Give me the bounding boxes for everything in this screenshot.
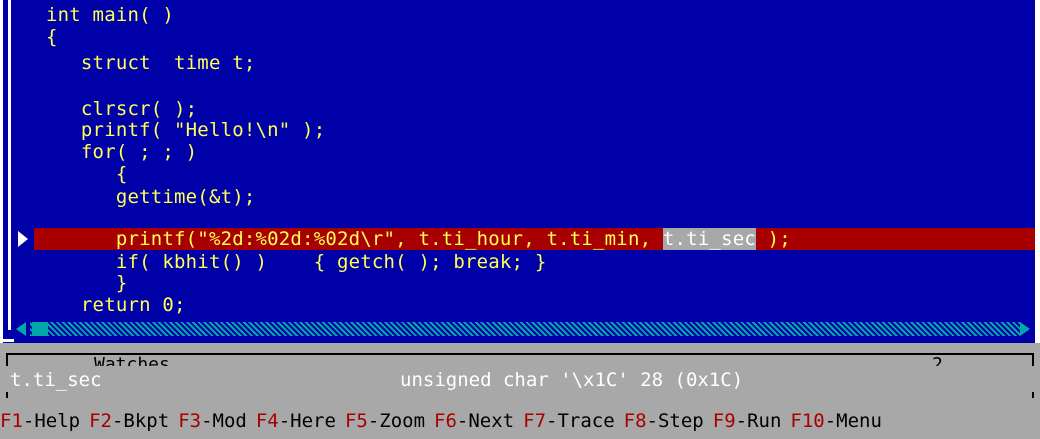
help-key: F1 — [0, 410, 23, 432]
code-line-7[interactable]: for( ; ; ) — [46, 141, 197, 163]
code-line-5[interactable]: clrscr( ); — [46, 98, 197, 120]
run-key: F9 — [712, 410, 736, 432]
next-key: F6 — [434, 410, 457, 432]
code-line-6[interactable]: printf( "Hello!\n" ); — [46, 119, 325, 141]
window-frame-left — [0, 0, 3, 343]
code-line-9[interactable]: gettime(&t); — [46, 186, 256, 208]
status-breakpoint[interactable]: F2-Bkpt — [89, 403, 169, 439]
next-label: -Next — [456, 410, 515, 432]
window-frame-inner — [8, 0, 11, 330]
watches-window[interactable]: Watches 2 t.ti_sec unsigned char '\x1C' … — [0, 343, 1040, 403]
window-frame-right — [1035, 0, 1040, 343]
selected-expression[interactable]: t.ti_sec — [662, 228, 756, 250]
code-line-13[interactable]: return 0; — [46, 294, 186, 316]
window-corner — [0, 328, 14, 342]
code-editor-window[interactable]: int main( ) { struct time t; clrscr( ); … — [0, 0, 1040, 343]
run-label: -Run — [735, 410, 782, 432]
status-trace[interactable]: F7-Trace — [523, 403, 615, 439]
execution-pointer-icon — [18, 231, 28, 247]
code-line-10-tail: ); — [756, 228, 791, 250]
status-step[interactable]: F8-Step — [624, 403, 704, 439]
bkpt-key: F2 — [89, 410, 112, 432]
status-zoom[interactable]: F5-Zoom — [345, 403, 425, 439]
code-line-current[interactable]: printf("%2d:%02d:%02d\r", t.ti_hour, t.t… — [46, 228, 791, 250]
status-run[interactable]: F9-Run — [713, 403, 782, 439]
zoom-key: F5 — [344, 410, 368, 432]
bkpt-label: -Bkpt — [111, 410, 170, 432]
code-line-11[interactable]: if( kbhit() ) { getch( ); break; } — [46, 251, 546, 273]
watch-value: unsigned char '\x1C' 28 (0x1C) — [400, 369, 744, 391]
horizontal-scrollbar[interactable] — [30, 322, 1020, 336]
mod-key: F3 — [178, 410, 202, 432]
step-label: -Step — [646, 410, 704, 432]
trace-key: F7 — [523, 410, 547, 432]
help-label: -Help — [22, 410, 81, 432]
status-modify[interactable]: F3-Mod — [178, 403, 247, 439]
status-here[interactable]: F4-Here — [256, 403, 336, 439]
status-next[interactable]: F6-Next — [434, 403, 514, 439]
watch-row[interactable]: t.ti_sec unsigned char '\x1C' 28 (0x1C) — [0, 366, 1040, 392]
scroll-right-arrow-icon[interactable] — [1020, 322, 1030, 336]
menu-label: -Menu — [824, 410, 882, 432]
here-label: -Here — [278, 410, 336, 432]
watch-expression[interactable]: t.ti_sec — [10, 369, 102, 391]
code-line-12[interactable]: } — [46, 272, 127, 294]
status-help[interactable]: F1-Help — [0, 403, 80, 439]
code-line-1[interactable]: int main( ) — [46, 4, 174, 26]
scroll-left-arrow-icon[interactable] — [16, 322, 26, 336]
trace-label: -Trace — [546, 410, 615, 432]
menu-key: F10 — [790, 410, 825, 432]
code-line-10-text: printf("%2d:%02d:%02d\r", t.ti_hour, t.t… — [46, 228, 663, 250]
zoom-label: -Zoom — [367, 410, 426, 432]
code-line-8[interactable]: { — [46, 163, 127, 185]
scrollbar-thumb[interactable] — [32, 322, 48, 336]
mod-label: -Mod — [201, 410, 247, 432]
status-bar: F1-Help F2-Bkpt F3-Mod F4-Here F5-Zoom F6-Nex… — [0, 403, 1040, 439]
here-key: F4 — [255, 410, 279, 432]
step-key: F8 — [623, 410, 647, 432]
status-menu[interactable]: F10-Menu — [790, 403, 882, 439]
code-line-3[interactable]: struct time t; — [46, 52, 256, 74]
code-line-2[interactable]: { — [46, 26, 58, 48]
